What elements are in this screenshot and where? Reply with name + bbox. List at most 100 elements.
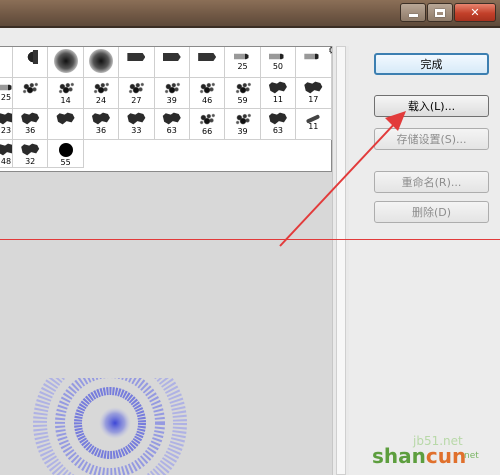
brush-blob-icon — [56, 112, 75, 125]
brush-preset[interactable] — [13, 47, 49, 78]
brush-size-label: 63 — [166, 126, 177, 135]
brush-round-icon — [53, 49, 78, 73]
brush-preset[interactable]: 55 — [48, 140, 84, 168]
brush-size-label: 63 — [272, 126, 284, 135]
brush-preset[interactable] — [48, 47, 84, 78]
brush-pen-icon — [304, 53, 323, 60]
brush-pen-icon — [0, 84, 12, 91]
brush-splat-icon — [198, 112, 217, 126]
brush-preset[interactable] — [48, 109, 84, 140]
brush-splat-icon — [91, 81, 110, 95]
brush-blob-icon — [268, 112, 287, 125]
watermark-brand-a: shan — [372, 444, 426, 468]
brush-preset[interactable]: 27 — [119, 78, 155, 109]
brush-size-label: 25 — [0, 93, 12, 102]
done-button[interactable]: 完成 — [374, 53, 489, 75]
brush-preset[interactable]: 36 — [83, 109, 120, 140]
load-button[interactable]: 载入(L)... — [374, 95, 489, 117]
brush-grid: 25 50 25 14 24 27 39 46 59 11 17 23 36 36 33 63 66 39 63 11… — [0, 47, 332, 168]
brush-preset[interactable] — [154, 47, 190, 78]
brush-size-label: 23 — [0, 126, 12, 135]
brush-size-label: 11 — [272, 95, 284, 104]
watermark-brand: shancun — [372, 444, 466, 468]
brush-preset[interactable] — [189, 47, 226, 78]
brush-size-label: 46 — [202, 96, 213, 105]
brush-preset[interactable]: 48 — [0, 140, 13, 168]
delete-button[interactable]: 删除(D) — [374, 201, 489, 223]
brush-preset[interactable]: 46 — [189, 78, 226, 109]
maximize-button[interactable] — [427, 3, 453, 22]
swirl-brush-preview — [33, 378, 187, 475]
brush-pen-icon — [268, 53, 287, 60]
brush-size-label: 39 — [237, 127, 248, 136]
brush-size-label: 17 — [308, 95, 319, 104]
brush-pen-icon — [233, 53, 252, 60]
brush-fan-icon — [22, 50, 39, 64]
close-icon: ✕ — [470, 6, 480, 19]
brush-preset[interactable]: 32 — [13, 140, 49, 168]
rename-button[interactable]: 重命名(R)... — [374, 171, 489, 193]
brush-preset[interactable]: 39 — [154, 78, 190, 109]
brush-preset[interactable]: 63 — [154, 109, 190, 140]
brush-splat-icon — [198, 81, 217, 95]
brush-size-label: 48 — [0, 157, 12, 166]
brush-preset[interactable] — [13, 78, 49, 109]
brush-preset[interactable] — [296, 47, 332, 78]
brush-blob-icon — [0, 143, 12, 156]
brush-size-label: 33 — [131, 126, 142, 135]
brush-preset[interactable]: 36 — [13, 109, 49, 140]
brush-splat-icon — [233, 81, 252, 95]
brush-preset[interactable]: 25 — [0, 78, 13, 109]
brush-blob-icon — [21, 112, 40, 125]
brush-blob-icon — [21, 143, 40, 156]
brush-preset[interactable]: 11 — [260, 78, 297, 109]
brush-size-label: 36 — [95, 126, 107, 135]
brush-preset[interactable]: 39 — [225, 109, 261, 140]
brush-preset[interactable]: 59 — [225, 78, 261, 109]
brush-preset[interactable]: 11 — [296, 109, 332, 140]
brush-preset[interactable]: 50 — [260, 47, 297, 78]
brush-blob-icon — [304, 81, 323, 94]
brush-preset[interactable]: 17 — [296, 78, 332, 109]
brush-blob-icon — [268, 81, 287, 94]
brush-blob-icon — [91, 112, 110, 125]
minimize-button[interactable] — [400, 3, 426, 22]
watermark-brand-b: cun — [425, 444, 467, 468]
brush-marker-icon — [198, 53, 217, 61]
brush-size-label: 59 — [237, 96, 248, 105]
brush-preset[interactable] — [119, 47, 155, 78]
brush-size-label: 11 — [308, 122, 319, 131]
brush-marker-icon — [127, 53, 146, 61]
close-button[interactable]: ✕ — [454, 3, 496, 22]
brush-preset[interactable]: 33 — [119, 109, 155, 140]
brush-preset-list[interactable]: 25 50 25 14 24 27 39 46 59 11 17 23 36 36 33 63 66 39 63 11… — [0, 46, 332, 172]
maximize-icon — [435, 8, 445, 17]
brush-preset[interactable] — [0, 47, 13, 78]
minimize-icon — [408, 14, 418, 17]
brush-preset[interactable]: 24 — [83, 78, 120, 109]
brush-size-label: 25 — [237, 62, 248, 71]
brush-preset[interactable]: 14 — [48, 78, 84, 109]
brush-splat-icon — [56, 81, 75, 95]
brush-preset[interactable]: 66 — [189, 109, 226, 140]
brush-blob-icon — [0, 112, 12, 125]
brush-size-label: 39 — [166, 96, 177, 105]
brush-list-scrollbar[interactable] — [332, 46, 349, 475]
brush-size-label: 27 — [131, 96, 142, 105]
brush-splat-icon — [162, 81, 181, 95]
brush-size-label: 36 — [25, 126, 36, 135]
brush-size-label: 14 — [60, 96, 71, 105]
brush-splat-icon — [21, 81, 40, 95]
watermark-sub: net — [464, 451, 479, 461]
scrollbar-thumb[interactable] — [336, 46, 346, 475]
brush-size-label: 32 — [25, 157, 36, 166]
brush-preset[interactable]: 25 — [225, 47, 261, 78]
brush-preset[interactable]: 23 — [0, 109, 13, 140]
annotation-line — [0, 239, 500, 240]
brush-preset[interactable] — [83, 47, 120, 78]
brush-preset[interactable]: 63 — [260, 109, 297, 140]
save-settings-button[interactable]: 存储设置(S)... — [374, 128, 489, 150]
brush-size-label: 55 — [60, 158, 71, 167]
brush-round-icon — [88, 49, 113, 73]
brush-splat-icon — [127, 81, 146, 95]
